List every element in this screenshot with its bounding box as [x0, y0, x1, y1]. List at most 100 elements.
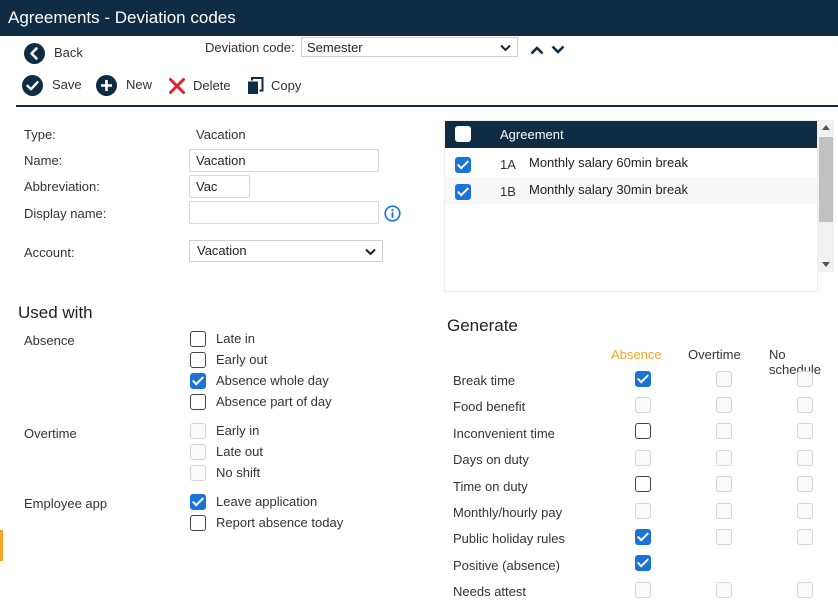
deviation-code-value: Semester	[307, 40, 363, 55]
absence-part-of-day-label: Absence part of day	[216, 394, 332, 409]
back-label: Back	[54, 45, 83, 60]
report-absence-today-checkbox[interactable]	[190, 515, 206, 531]
absence-whole-day-checkbox[interactable]	[190, 373, 206, 389]
monthly-hourly-pay-absence-checkbox[interactable]	[635, 503, 651, 519]
new-label: New	[126, 77, 153, 92]
needs-attest-label: Needs attest	[453, 584, 526, 599]
copy-icon	[248, 77, 264, 94]
break-time-absence-checkbox[interactable]	[635, 371, 651, 387]
chevron-down-icon	[500, 44, 511, 52]
break-time-label: Break time	[453, 373, 516, 388]
agreement-name: Monthly salary 60min break	[529, 155, 688, 170]
save-button[interactable]: Save	[22, 75, 82, 97]
checkmark-circle-icon	[22, 75, 43, 96]
agreement-code: 1A	[500, 157, 516, 172]
deviation-code-label: Deviation code:	[205, 40, 295, 55]
delete-label: Delete	[193, 78, 231, 93]
overtime-group-label: Overtime	[24, 426, 77, 441]
row-checkbox[interactable]	[455, 157, 471, 173]
type-label: Type:	[24, 127, 56, 142]
back-button[interactable]: Back	[24, 43, 94, 65]
days-on-duty-label: Days on duty	[453, 452, 529, 467]
absence-whole-day-label: Absence whole day	[216, 373, 329, 388]
back-arrow-icon	[24, 43, 45, 64]
leave-application-label: Leave application	[216, 494, 318, 509]
agreements-table: Agreement 1A Monthly salary 60min break …	[444, 120, 818, 292]
needs-attest-overtime-checkbox[interactable]	[716, 582, 732, 598]
save-label: Save	[52, 77, 82, 92]
table-row[interactable]: 1A Monthly salary 60min break	[445, 150, 817, 177]
days-on-duty-absence-checkbox[interactable]	[635, 450, 651, 466]
next-record-chevron-down-icon[interactable]	[551, 45, 565, 55]
abbreviation-input[interactable]	[189, 175, 250, 198]
food-benefit-overtime-checkbox[interactable]	[716, 397, 732, 413]
needs-attest-absence-checkbox[interactable]	[635, 582, 651, 598]
time-on-duty-overtime-checkbox[interactable]	[716, 476, 732, 492]
early-in-label: Early in	[216, 423, 260, 438]
public-holiday-rules-no-schedule-checkbox[interactable]	[797, 529, 813, 545]
inconvenient-time-overtime-checkbox[interactable]	[716, 423, 732, 439]
new-button[interactable]: New	[96, 75, 156, 97]
agreement-code: 1B	[500, 184, 516, 199]
agreement-column-header: Agreement	[500, 127, 564, 142]
account-select[interactable]: Vacation	[189, 240, 383, 262]
time-on-duty-label: Time on duty	[453, 479, 528, 494]
chevron-down-icon	[365, 248, 376, 256]
monthly-hourly-pay-overtime-checkbox[interactable]	[716, 503, 732, 519]
late-out-label: Late out	[216, 444, 263, 459]
info-icon[interactable]	[384, 205, 401, 222]
inconvenient-time-no-schedule-checkbox[interactable]	[797, 423, 813, 439]
select-all-checkbox[interactable]	[455, 126, 471, 142]
early-out-label: Early out	[216, 352, 268, 367]
row-checkbox[interactable]	[455, 184, 471, 200]
break-time-overtime-checkbox[interactable]	[716, 371, 732, 387]
monthly-hourly-pay-label: Monthly/hourly pay	[453, 505, 563, 520]
title-bar: Agreements - Deviation codes	[0, 0, 838, 36]
monthly-hourly-pay-no-schedule-checkbox[interactable]	[797, 503, 813, 519]
late-in-checkbox[interactable]	[190, 331, 206, 347]
inconvenient-time-label: Inconvenient time	[453, 426, 555, 441]
needs-attest-no-schedule-checkbox[interactable]	[797, 582, 813, 598]
name-input[interactable]	[189, 149, 379, 172]
overtime-column-header: Overtime	[688, 347, 741, 362]
absence-part-of-day-checkbox[interactable]	[190, 394, 206, 410]
name-label: Name:	[24, 153, 63, 168]
type-value: Vacation	[196, 127, 246, 142]
public-holiday-rules-overtime-checkbox[interactable]	[716, 529, 732, 545]
early-out-checkbox[interactable]	[190, 352, 206, 368]
account-label: Account:	[24, 245, 75, 260]
early-in-checkbox[interactable]	[190, 423, 206, 439]
window-title: Agreements - Deviation codes	[8, 8, 236, 27]
public-holiday-rules-absence-checkbox[interactable]	[635, 529, 651, 545]
display-name-label: Display name:	[24, 206, 107, 221]
deviation-code-select[interactable]: Semester	[301, 37, 518, 57]
time-on-duty-absence-checkbox[interactable]	[635, 476, 651, 492]
food-benefit-label: Food benefit	[453, 399, 526, 414]
scroll-up-icon[interactable]	[822, 124, 830, 130]
leave-application-checkbox[interactable]	[190, 494, 206, 510]
break-time-no-schedule-checkbox[interactable]	[797, 371, 813, 387]
copy-button[interactable]: Copy	[247, 77, 307, 97]
scroll-down-icon[interactable]	[822, 262, 830, 268]
display-name-input[interactable]	[189, 201, 379, 224]
inconvenient-time-absence-checkbox[interactable]	[635, 423, 651, 439]
table-row[interactable]: 1B Monthly salary 30min break	[445, 177, 817, 204]
employee-app-group-label: Employee app	[24, 496, 108, 511]
time-on-duty-no-schedule-checkbox[interactable]	[797, 476, 813, 492]
no-shift-checkbox[interactable]	[190, 465, 206, 481]
positive-absence-absence-checkbox[interactable]	[635, 555, 651, 571]
food-benefit-no-schedule-checkbox[interactable]	[797, 397, 813, 413]
late-out-checkbox[interactable]	[190, 444, 206, 460]
agreements-table-header: Agreement	[445, 121, 817, 148]
delete-button[interactable]: Delete	[168, 77, 234, 97]
agreements-scrollbar[interactable]	[818, 120, 834, 272]
positive-absence-label: Positive (absence)	[453, 558, 560, 573]
food-benefit-absence-checkbox[interactable]	[635, 397, 651, 413]
days-on-duty-no-schedule-checkbox[interactable]	[797, 450, 813, 466]
copy-label: Copy	[271, 78, 302, 93]
plus-circle-icon	[96, 75, 117, 96]
previous-record-chevron-up-icon[interactable]	[530, 45, 544, 55]
scrollbar-thumb[interactable]	[819, 137, 833, 222]
account-value: Vacation	[197, 243, 247, 258]
days-on-duty-overtime-checkbox[interactable]	[716, 450, 732, 466]
